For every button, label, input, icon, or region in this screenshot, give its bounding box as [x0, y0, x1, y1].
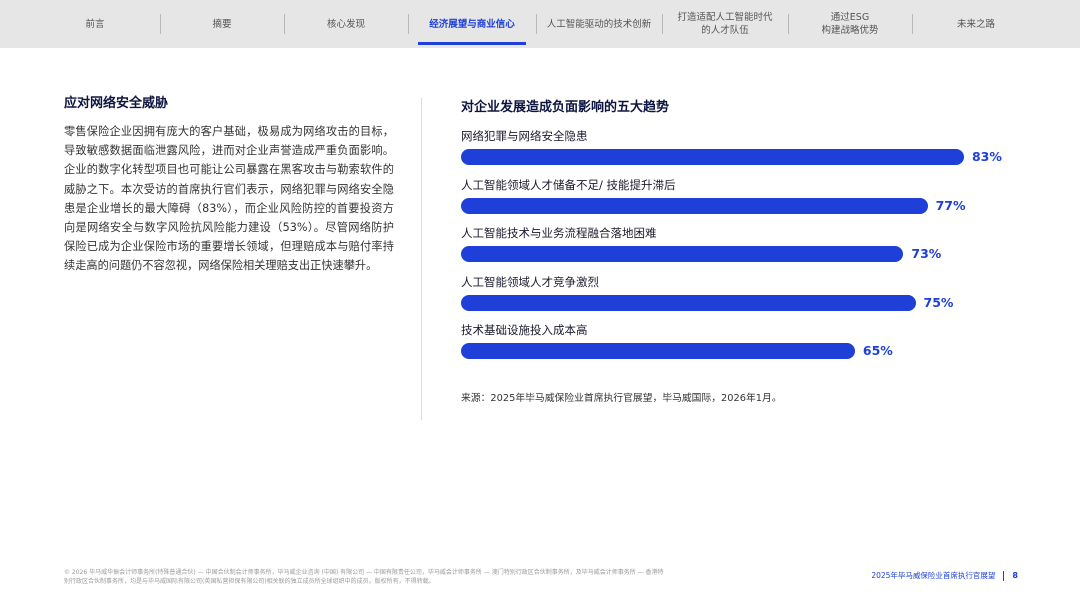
active-tab-indicator	[418, 42, 526, 45]
footer-report-title: 2025年毕马威保险业首席执行官展望	[871, 571, 996, 580]
bar-label: 人工智能技术与业务流程融合落地困难	[461, 226, 657, 240]
nav-item-ai-talent[interactable]: 打造适配人工智能时代 的人才队伍	[662, 0, 788, 48]
footer-copyright: © 2026 毕马威华振会计师事务所(特殊普通合伙) — 中国合伙制会计师事务所…	[64, 569, 664, 585]
nav-item-ai-innovation[interactable]: 人工智能驱动的技术创新	[536, 0, 662, 48]
bar	[461, 343, 855, 359]
footer-page-info: 2025年毕马威保险业首席执行官展望 8	[871, 570, 1018, 581]
bar-label: 人工智能领域人才储备不足/ 技能提升滞后	[461, 177, 676, 192]
bar-label: 人工智能领域人才竞争激烈	[461, 274, 599, 289]
bar-chart: 网络犯罪与网络安全隐患 83% 人工智能领域人才储备不足/ 技能提升滞后 77% 人工智…	[461, 122, 1061, 372]
page-number: 8	[1012, 571, 1018, 580]
nav-item-key-findings[interactable]: 核心发现	[284, 0, 408, 48]
bar	[461, 246, 904, 262]
bar-value-label: 73%	[911, 246, 942, 261]
bar-value-label: 65%	[862, 343, 893, 358]
bar-value-label: 83%	[971, 149, 1002, 164]
section-body-text: 零售保险企业因拥有庞大的客户基础，极易成为网络攻击的目标，导致敏感数据面临泄露风…	[64, 125, 394, 273]
bar	[461, 197, 928, 214]
bar-value-label: 75%	[923, 294, 954, 310]
column-divider	[421, 98, 422, 420]
nav-item-preface[interactable]: 前言	[30, 0, 160, 48]
nav-item-way-forward[interactable]: 未来之路	[912, 0, 1040, 48]
bar-value-label: 77%	[935, 197, 966, 213]
source-note: 来源：2025年毕马威保险业首席执行官展望，毕马威国际，2026年1月。	[461, 393, 782, 404]
bar	[461, 149, 964, 165]
footer-divider	[1003, 570, 1005, 581]
bar	[461, 294, 916, 311]
top-navigation: 前言 摘要 核心发现 经济展望与商业信心 人工智能驱动的技术创新 打造适配人工智…	[0, 0, 1080, 48]
section-heading: 应对网络安全威胁	[64, 96, 169, 111]
chart-title: 对企业发展造成负面影响的五大趋势	[461, 100, 670, 115]
nav-item-esg[interactable]: 通过ESG 构建战略优势	[788, 0, 912, 48]
nav-item-economic-outlook[interactable]: 经济展望与商业信心	[408, 0, 536, 48]
nav-item-summary[interactable]: 摘要	[160, 0, 284, 48]
bar-label: 网络犯罪与网络安全隐患	[461, 129, 588, 143]
bar-label: 技术基础设施投入成本高	[461, 323, 588, 337]
